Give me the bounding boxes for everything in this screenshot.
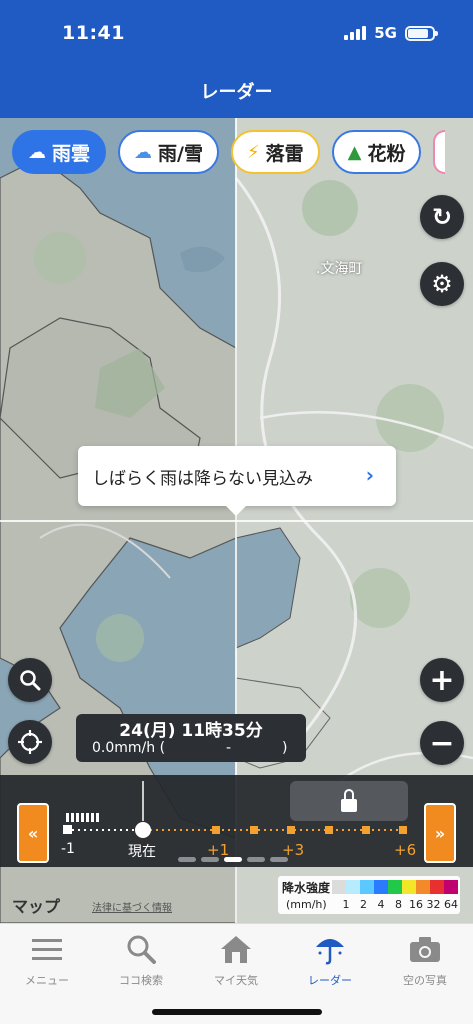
minus-icon: −	[429, 725, 455, 761]
signal-icon	[344, 26, 367, 40]
legend-swatch	[346, 880, 360, 894]
chevron-right-icon: ›	[365, 463, 374, 487]
chip-label: 花粉	[367, 142, 406, 165]
timeline-label-now: 現在	[128, 844, 156, 860]
battery-icon	[405, 25, 438, 41]
tab-label: メニュー	[25, 974, 69, 987]
status-indicators: 5G	[344, 24, 438, 42]
chip-label: 雨/雪	[158, 142, 203, 165]
precip-legend: 降水強度 (mm/h) 1 2 4 8 16 32 64	[278, 876, 460, 914]
tab-label: 空の写真	[403, 974, 447, 987]
timeline-panel: « » -1 現在 +1 +3 +6	[0, 775, 473, 867]
layer-chips: ☁ 雨雲 ☁ 雨/雪 ⚡ 落雷 ▲ 花粉	[12, 130, 446, 174]
search-button[interactable]	[8, 658, 52, 702]
home-indicator	[152, 1009, 322, 1015]
gear-icon: ⚙	[431, 270, 453, 298]
legend-swatch	[444, 880, 458, 894]
page-indicator	[178, 857, 288, 862]
time-info-box: 24(月) 11時35分 0.0mm/h ( - )	[76, 714, 306, 762]
cloud-rain-icon: ☁	[28, 141, 46, 163]
chip-rain-snow[interactable]: ☁ 雨/雪	[118, 130, 219, 174]
tab-sky-photo[interactable]: 空の写真	[378, 932, 472, 988]
legend-unit: (mm/h)	[286, 898, 327, 911]
rain-range-dash: -	[226, 740, 232, 756]
home-icon	[189, 932, 283, 966]
refresh-icon: ↻	[431, 203, 453, 231]
chip-label: 雨雲	[52, 142, 91, 165]
settings-button[interactable]: ⚙	[420, 262, 464, 306]
tab-label: ココ検索	[119, 974, 163, 987]
app-header: 11:41 5G レーダー	[0, 0, 473, 118]
legend-value: 64	[444, 898, 458, 911]
search-icon	[20, 670, 41, 691]
location-button[interactable]	[8, 720, 52, 764]
forecast-message: しばらく雨は降らない見込み	[92, 468, 313, 489]
legend-swatch	[360, 880, 374, 894]
refresh-button[interactable]: ↻	[420, 195, 464, 239]
camera-icon	[378, 932, 472, 966]
timeline-label-minus1: -1	[61, 841, 75, 857]
timeline-label-plus6: +6	[394, 841, 417, 859]
rain-range-close: )	[282, 740, 288, 756]
tree-icon: ▲	[347, 141, 362, 163]
forecast-datetime: 24(月) 11時35分	[119, 721, 263, 741]
legend-swatch	[374, 880, 388, 894]
past-bars	[66, 813, 99, 822]
zoom-in-button[interactable]: +	[420, 658, 464, 702]
umbrella-icon	[283, 932, 377, 966]
rain-rate: 0.0mm/h (	[92, 740, 166, 756]
chip-lightning[interactable]: ⚡ 落雷	[230, 130, 320, 174]
legend-title: 降水強度	[282, 881, 331, 895]
legend-swatch	[402, 880, 416, 894]
crosshair-horizontal	[0, 520, 473, 522]
forecast-bubble[interactable]: しばらく雨は降らない見込み ›	[78, 446, 396, 516]
tab-my-weather[interactable]: マイ天気	[189, 932, 283, 988]
chip-label: 落雷	[265, 142, 304, 165]
chip-more[interactable]	[433, 130, 446, 174]
status-time: 11:41	[62, 22, 125, 44]
tab-menu[interactable]: メニュー	[0, 932, 94, 988]
menu-icon	[0, 932, 94, 966]
tab-label: レーダー	[308, 974, 352, 987]
legal-link[interactable]: 法律に基づく情報	[92, 899, 172, 914]
legend-swatch	[416, 880, 430, 894]
legend-swatch	[388, 880, 402, 894]
tab-search[interactable]: ココ検索	[94, 932, 188, 988]
legend-swatch	[430, 880, 444, 894]
maps-brand: マップ	[12, 897, 61, 916]
chip-rain-cloud[interactable]: ☁ 雨雲	[12, 130, 107, 174]
plus-icon: +	[429, 662, 455, 698]
lightning-icon: ⚡	[246, 141, 260, 163]
tab-label: マイ天気	[214, 974, 258, 987]
chip-pollen[interactable]: ▲ 花粉	[331, 130, 422, 174]
zoom-out-button[interactable]: −	[420, 721, 464, 765]
place-label: .文海町	[316, 261, 363, 277]
tab-radar[interactable]: レーダー	[283, 932, 377, 988]
location-icon	[18, 730, 42, 754]
search-icon	[94, 932, 188, 966]
legend-swatch	[332, 880, 346, 894]
apple-maps-logo: マップ	[12, 893, 60, 917]
page-title: レーダー	[200, 82, 273, 103]
cloud-snow-icon: ☁	[134, 141, 153, 163]
radar-map[interactable]: ☁ 雨雲 ☁ 雨/雪 ⚡ 落雷 ▲ 花粉 ↻ ⚙ .文海町 しばらく雨は降らない…	[0, 118, 473, 923]
network-label: 5G	[374, 24, 397, 42]
